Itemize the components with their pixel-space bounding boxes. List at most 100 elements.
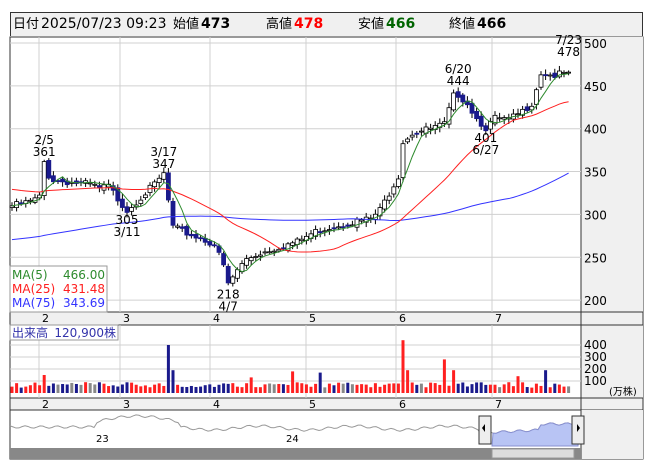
volume-bar — [162, 385, 166, 393]
volume-bar — [93, 384, 97, 393]
volume-bar — [332, 385, 336, 393]
candle-up — [290, 242, 296, 246]
volume-bar — [461, 382, 465, 393]
volume-bar — [107, 386, 111, 393]
annotation-date: 6/27 — [472, 143, 499, 157]
month-label: 5 — [309, 398, 316, 411]
volume-bar — [171, 370, 175, 393]
volume-unit: (万株) — [609, 385, 637, 398]
volume-bar — [511, 386, 515, 393]
candle-up — [152, 181, 158, 188]
candle-up — [566, 71, 571, 74]
candle-up — [271, 250, 277, 253]
volume-bar — [530, 387, 534, 393]
candle-up — [276, 248, 282, 252]
candle-up — [428, 127, 434, 130]
volume-bar — [433, 383, 437, 393]
candle-up — [395, 178, 401, 187]
candle-up — [405, 138, 411, 143]
volume-bar — [355, 384, 359, 393]
candle-up — [129, 207, 135, 212]
volume-bar — [130, 382, 134, 393]
volume-bar — [369, 387, 373, 393]
volume-bar — [373, 383, 377, 393]
candle-up — [175, 225, 181, 228]
chart-canvas[interactable]: 2233445566775004504003503002502004003002… — [0, 0, 653, 470]
volume-bar — [567, 386, 571, 393]
candle-down — [345, 224, 351, 227]
volume-bar — [212, 386, 216, 393]
month-label: 2 — [42, 312, 49, 325]
volume-bar — [387, 383, 391, 393]
candle-up — [248, 257, 254, 262]
volume-bar — [245, 383, 249, 393]
candle-up — [156, 177, 162, 183]
annotation-price: 478 — [557, 45, 580, 59]
volume-bar — [493, 384, 497, 393]
ma5-legend-value: 466.00 — [63, 268, 105, 282]
volume-bar — [28, 385, 32, 393]
ma75-legend-label: MA(75) — [12, 296, 55, 310]
volume-bar — [392, 383, 396, 393]
volume-bar — [488, 384, 492, 393]
volume-bar — [254, 387, 258, 393]
candle-up — [441, 121, 447, 124]
volume-bar — [153, 384, 157, 393]
candle-up — [262, 251, 268, 254]
navigator-year-label: 24 — [286, 434, 299, 445]
candle-up — [515, 113, 521, 116]
volume-bar — [378, 386, 382, 393]
volume-bar — [65, 384, 69, 393]
candle-down — [188, 233, 194, 237]
candle-down — [221, 253, 227, 266]
volume-bar — [341, 383, 345, 393]
month-label: 6 — [399, 312, 406, 325]
candle-up — [234, 269, 240, 279]
candle-up — [409, 134, 415, 138]
candle-down — [225, 265, 231, 284]
volume-bar — [249, 377, 253, 393]
candle-up — [497, 117, 503, 120]
chart-frame — [9, 36, 644, 460]
volume-bar — [534, 383, 538, 393]
volume-bar — [309, 386, 313, 393]
price-tick: 500 — [584, 37, 607, 51]
volume-bar — [295, 382, 299, 393]
candle-up — [27, 199, 33, 202]
volume-bar — [240, 387, 244, 393]
volume-bar — [222, 383, 226, 393]
volume-bar — [217, 384, 221, 393]
candle-up — [451, 92, 457, 111]
candle-up — [336, 226, 342, 229]
volume-bar — [277, 383, 281, 393]
annotation-price: 361 — [33, 145, 56, 159]
volume-bar — [516, 376, 520, 393]
volume-bar — [157, 383, 161, 393]
volume-bar — [84, 382, 88, 393]
volume-bar — [557, 384, 561, 393]
volume-bar — [139, 386, 143, 393]
month-label: 4 — [213, 312, 220, 325]
volume-bar — [194, 386, 198, 393]
volume-bar — [272, 384, 276, 393]
candle-down — [207, 241, 213, 246]
volume-bar — [166, 345, 170, 393]
volume-bar — [419, 383, 423, 393]
candle-up — [391, 186, 397, 195]
volume-bar — [125, 382, 129, 393]
volume-label: 出来高 — [12, 325, 48, 340]
candle-down — [414, 132, 420, 135]
volume-bar — [231, 383, 235, 393]
candle-up — [87, 182, 93, 185]
volume-bar — [180, 386, 184, 393]
candle-down — [543, 74, 548, 77]
annotation-date: 4/7 — [219, 300, 238, 314]
volume-bar — [19, 387, 23, 393]
volume-bar — [15, 383, 19, 393]
volume-bar — [406, 370, 410, 393]
candle-up — [138, 199, 144, 204]
scrollbar-thumb[interactable] — [491, 448, 575, 459]
volume-bar — [484, 384, 488, 393]
volume-bar — [70, 382, 74, 393]
candle-down — [170, 201, 176, 226]
